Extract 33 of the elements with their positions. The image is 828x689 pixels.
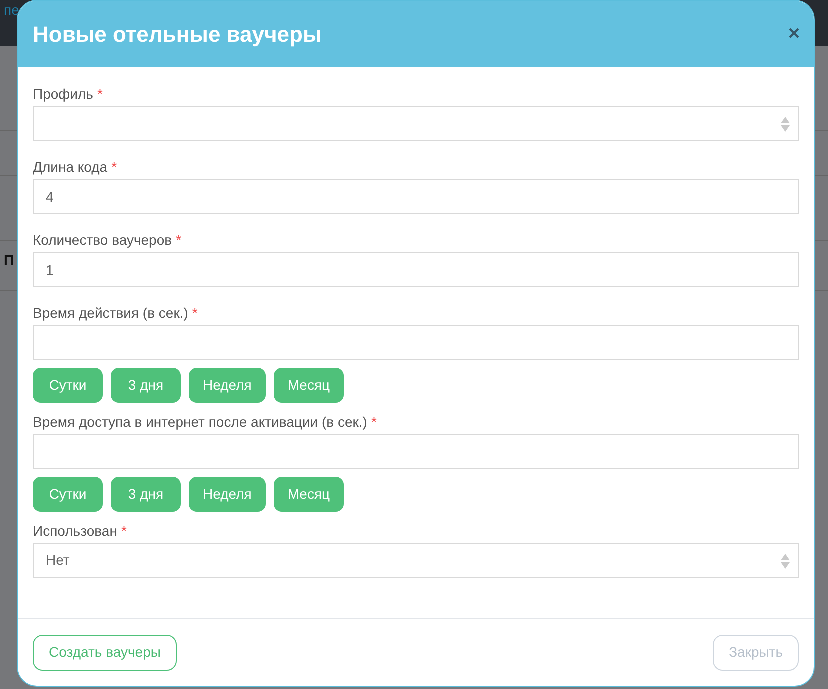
close-button[interactable]: × [788, 24, 800, 44]
link-text[interactable]: пе [4, 0, 20, 21]
required-marker: * [121, 523, 127, 540]
select-field[interactable]: Нет [33, 543, 799, 578]
preset-button[interactable]: Неделя [189, 477, 266, 512]
sort-icon [781, 117, 790, 132]
preset-button[interactable]: Месяц [274, 477, 344, 512]
field-label: Количество ваучеров [33, 232, 172, 249]
field-label: Профиль [33, 86, 94, 103]
preset-button[interactable]: Месяц [274, 368, 344, 403]
required-marker: * [371, 414, 377, 431]
input-field[interactable]: 4 [33, 179, 799, 214]
required-marker: * [97, 86, 103, 103]
preset-button[interactable]: Сутки [33, 368, 103, 403]
heading-text: П [4, 251, 14, 270]
required-marker: * [176, 232, 182, 249]
field-label: Время доступа в интернет после активации (в сек.) [33, 414, 368, 431]
field-label: Длина кода [33, 159, 108, 176]
preset-button[interactable]: 3 дня [111, 477, 181, 512]
sort-icon [781, 554, 790, 569]
preset-button[interactable]: Неделя [189, 368, 266, 403]
preset-button[interactable]: 3 дня [111, 368, 181, 403]
input-field[interactable]: 1 [33, 252, 799, 287]
field-label: Время действия (в сек.) [33, 305, 188, 322]
field-label: Использован [33, 523, 118, 540]
preset-button[interactable]: Сутки [33, 477, 103, 512]
input-field[interactable] [33, 434, 799, 469]
input-field[interactable] [33, 325, 799, 360]
select-field[interactable] [33, 106, 799, 141]
required-marker: * [112, 159, 118, 176]
required-marker: * [192, 305, 198, 322]
create-button[interactable]: Создать ваучеры [33, 634, 177, 670]
modal-title: Новые отельные ваучеры [33, 20, 322, 49]
